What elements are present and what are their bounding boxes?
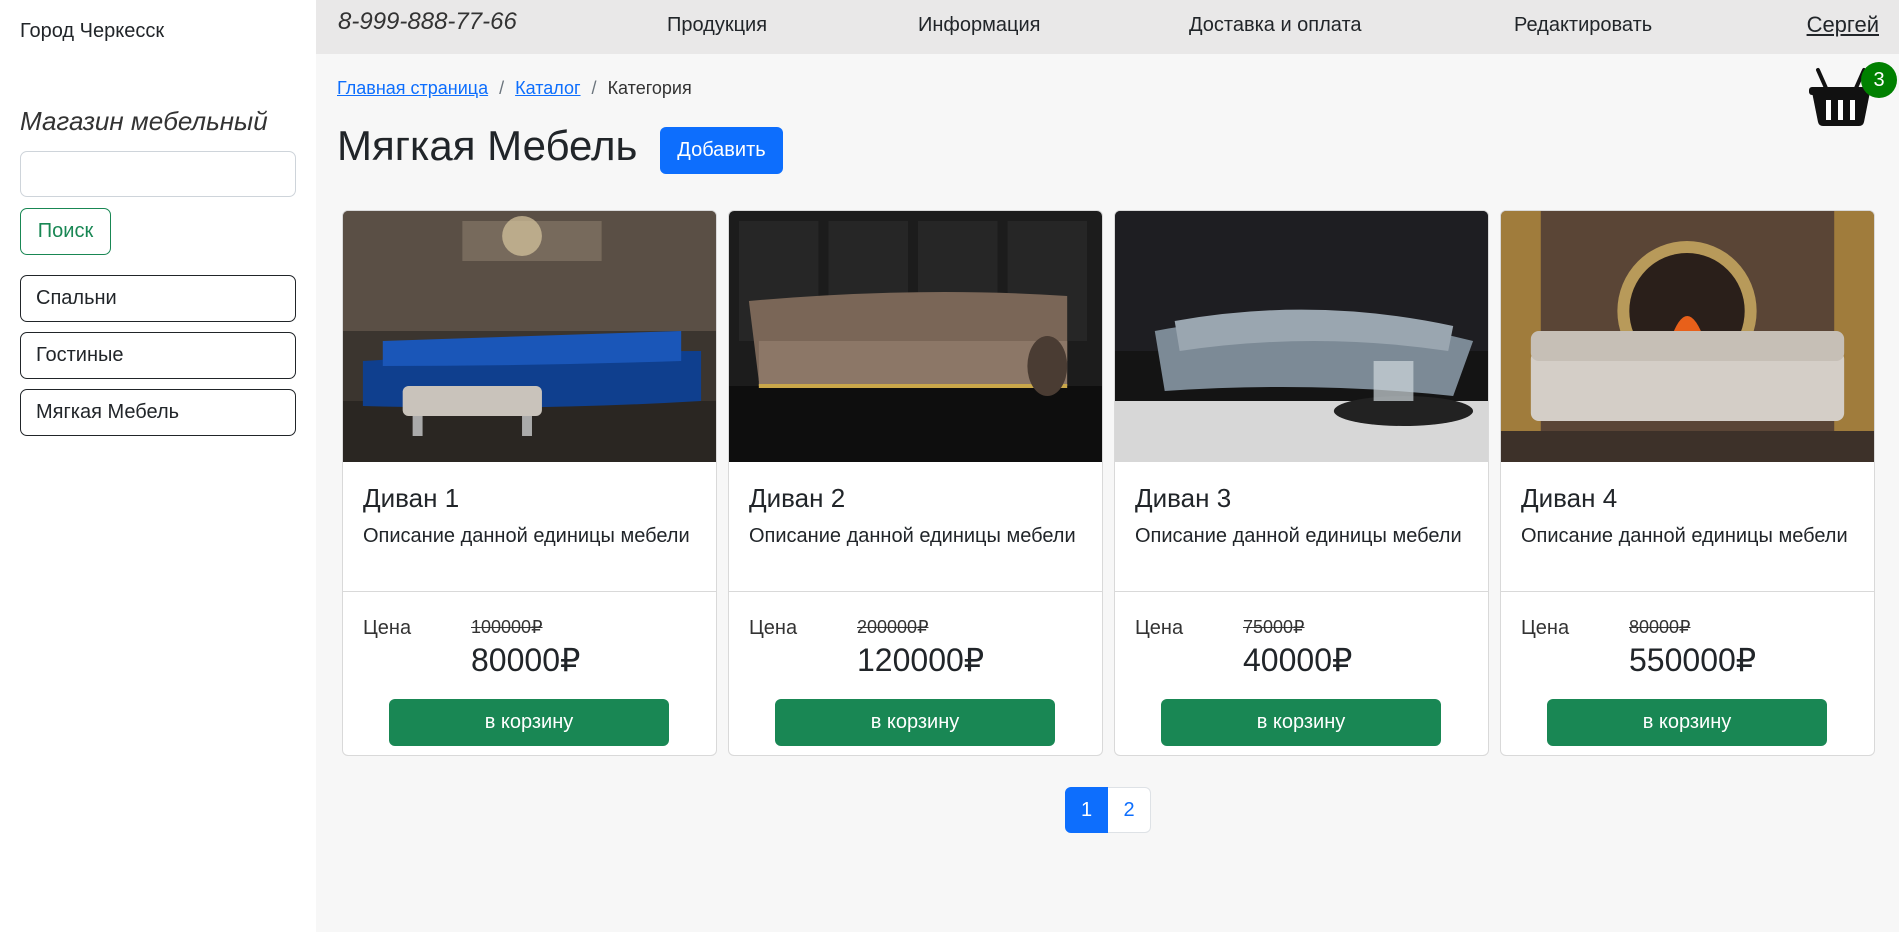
product-image[interactable]	[729, 211, 1102, 462]
product-grid: Диван 1 Описание данной единицы мебели Ц…	[342, 210, 1875, 756]
page-1-button[interactable]: 1	[1065, 787, 1108, 833]
card-divider	[343, 591, 716, 592]
cart-count-badge: 3	[1861, 62, 1897, 98]
city-label: Город Черкесск	[20, 20, 165, 42]
sidebar: Город Черкесск Магазин мебельный Поиск С…	[0, 0, 316, 932]
new-price: 550000₽	[1629, 642, 1757, 678]
product-description: Описание данной единицы мебели	[363, 525, 690, 547]
price-label: Цена	[1521, 617, 1570, 639]
product-card: Диван 4 Описание данной единицы мебели Ц…	[1500, 210, 1875, 756]
new-price: 80000₽	[471, 642, 581, 678]
product-title[interactable]: Диван 4	[1521, 483, 1617, 514]
category-item-bedrooms[interactable]: Спальни	[20, 275, 296, 322]
old-price: 80000₽	[1629, 617, 1691, 637]
product-card: Диван 3 Описание данной единицы мебели Ц…	[1114, 210, 1489, 756]
price-label: Цена	[1135, 617, 1184, 639]
add-to-cart-button[interactable]: в корзину	[389, 699, 669, 746]
product-image[interactable]	[1501, 211, 1874, 462]
product-card: Диван 2 Описание данной единицы мебели Ц…	[728, 210, 1103, 756]
add-to-cart-button[interactable]: в корзину	[1547, 699, 1827, 746]
add-to-cart-button[interactable]: в корзину	[1161, 699, 1441, 746]
breadcrumb: Главная страница / Каталог / Категория	[337, 78, 692, 99]
page-title: Мягкая Мебель	[337, 122, 638, 169]
product-title[interactable]: Диван 1	[363, 483, 459, 514]
category-item-upholstered[interactable]: Мягкая Мебель	[20, 389, 296, 436]
product-title[interactable]: Диван 3	[1135, 483, 1231, 514]
add-button[interactable]: Добавить	[660, 127, 783, 174]
breadcrumb-catalog[interactable]: Каталог	[515, 78, 580, 99]
old-price: 200000₽	[857, 617, 929, 637]
breadcrumb-separator: /	[499, 78, 505, 98]
card-divider	[1115, 591, 1488, 592]
new-price: 40000₽	[1243, 642, 1353, 678]
search-input[interactable]	[20, 151, 296, 197]
shop-name: Магазин мебельный	[20, 106, 268, 136]
product-title[interactable]: Диван 2	[749, 483, 845, 514]
search-button[interactable]: Поиск	[20, 208, 111, 255]
user-link[interactable]: Сергей	[1807, 12, 1879, 38]
nav-information[interactable]: Информация	[918, 14, 1040, 37]
nav-delivery[interactable]: Доставка и оплата	[1189, 14, 1362, 37]
product-image[interactable]	[1115, 211, 1488, 462]
old-price: 75000₽	[1243, 617, 1305, 637]
product-image[interactable]	[343, 211, 716, 462]
product-card: Диван 1 Описание данной единицы мебели Ц…	[342, 210, 717, 756]
old-price: 100000₽	[471, 617, 543, 637]
card-divider	[1501, 591, 1874, 592]
breadcrumb-separator: /	[591, 78, 597, 98]
card-divider	[729, 591, 1102, 592]
category-list: Спальни Гостиные Мягкая Мебель	[20, 275, 296, 446]
nav-edit[interactable]: Редактировать	[1514, 14, 1652, 37]
top-navbar: 8-999-888-77-66 Продукция Информация Дос…	[316, 0, 1899, 54]
price-label: Цена	[363, 617, 412, 639]
new-price: 120000₽	[857, 642, 985, 678]
price-label: Цена	[749, 617, 798, 639]
add-to-cart-button[interactable]: в корзину	[775, 699, 1055, 746]
product-description: Описание данной единицы мебели	[1521, 525, 1848, 547]
category-item-living-rooms[interactable]: Гостиные	[20, 332, 296, 379]
pagination: 1 2	[1065, 787, 1151, 833]
product-description: Описание данной единицы мебели	[749, 525, 1076, 547]
page-2-button[interactable]: 2	[1108, 787, 1151, 833]
breadcrumb-home[interactable]: Главная страница	[337, 78, 488, 99]
product-description: Описание данной единицы мебели	[1135, 525, 1462, 547]
phone-number: 8-999-888-77-66	[338, 8, 517, 35]
breadcrumb-current: Категория	[607, 78, 692, 98]
nav-products[interactable]: Продукция	[667, 14, 767, 37]
